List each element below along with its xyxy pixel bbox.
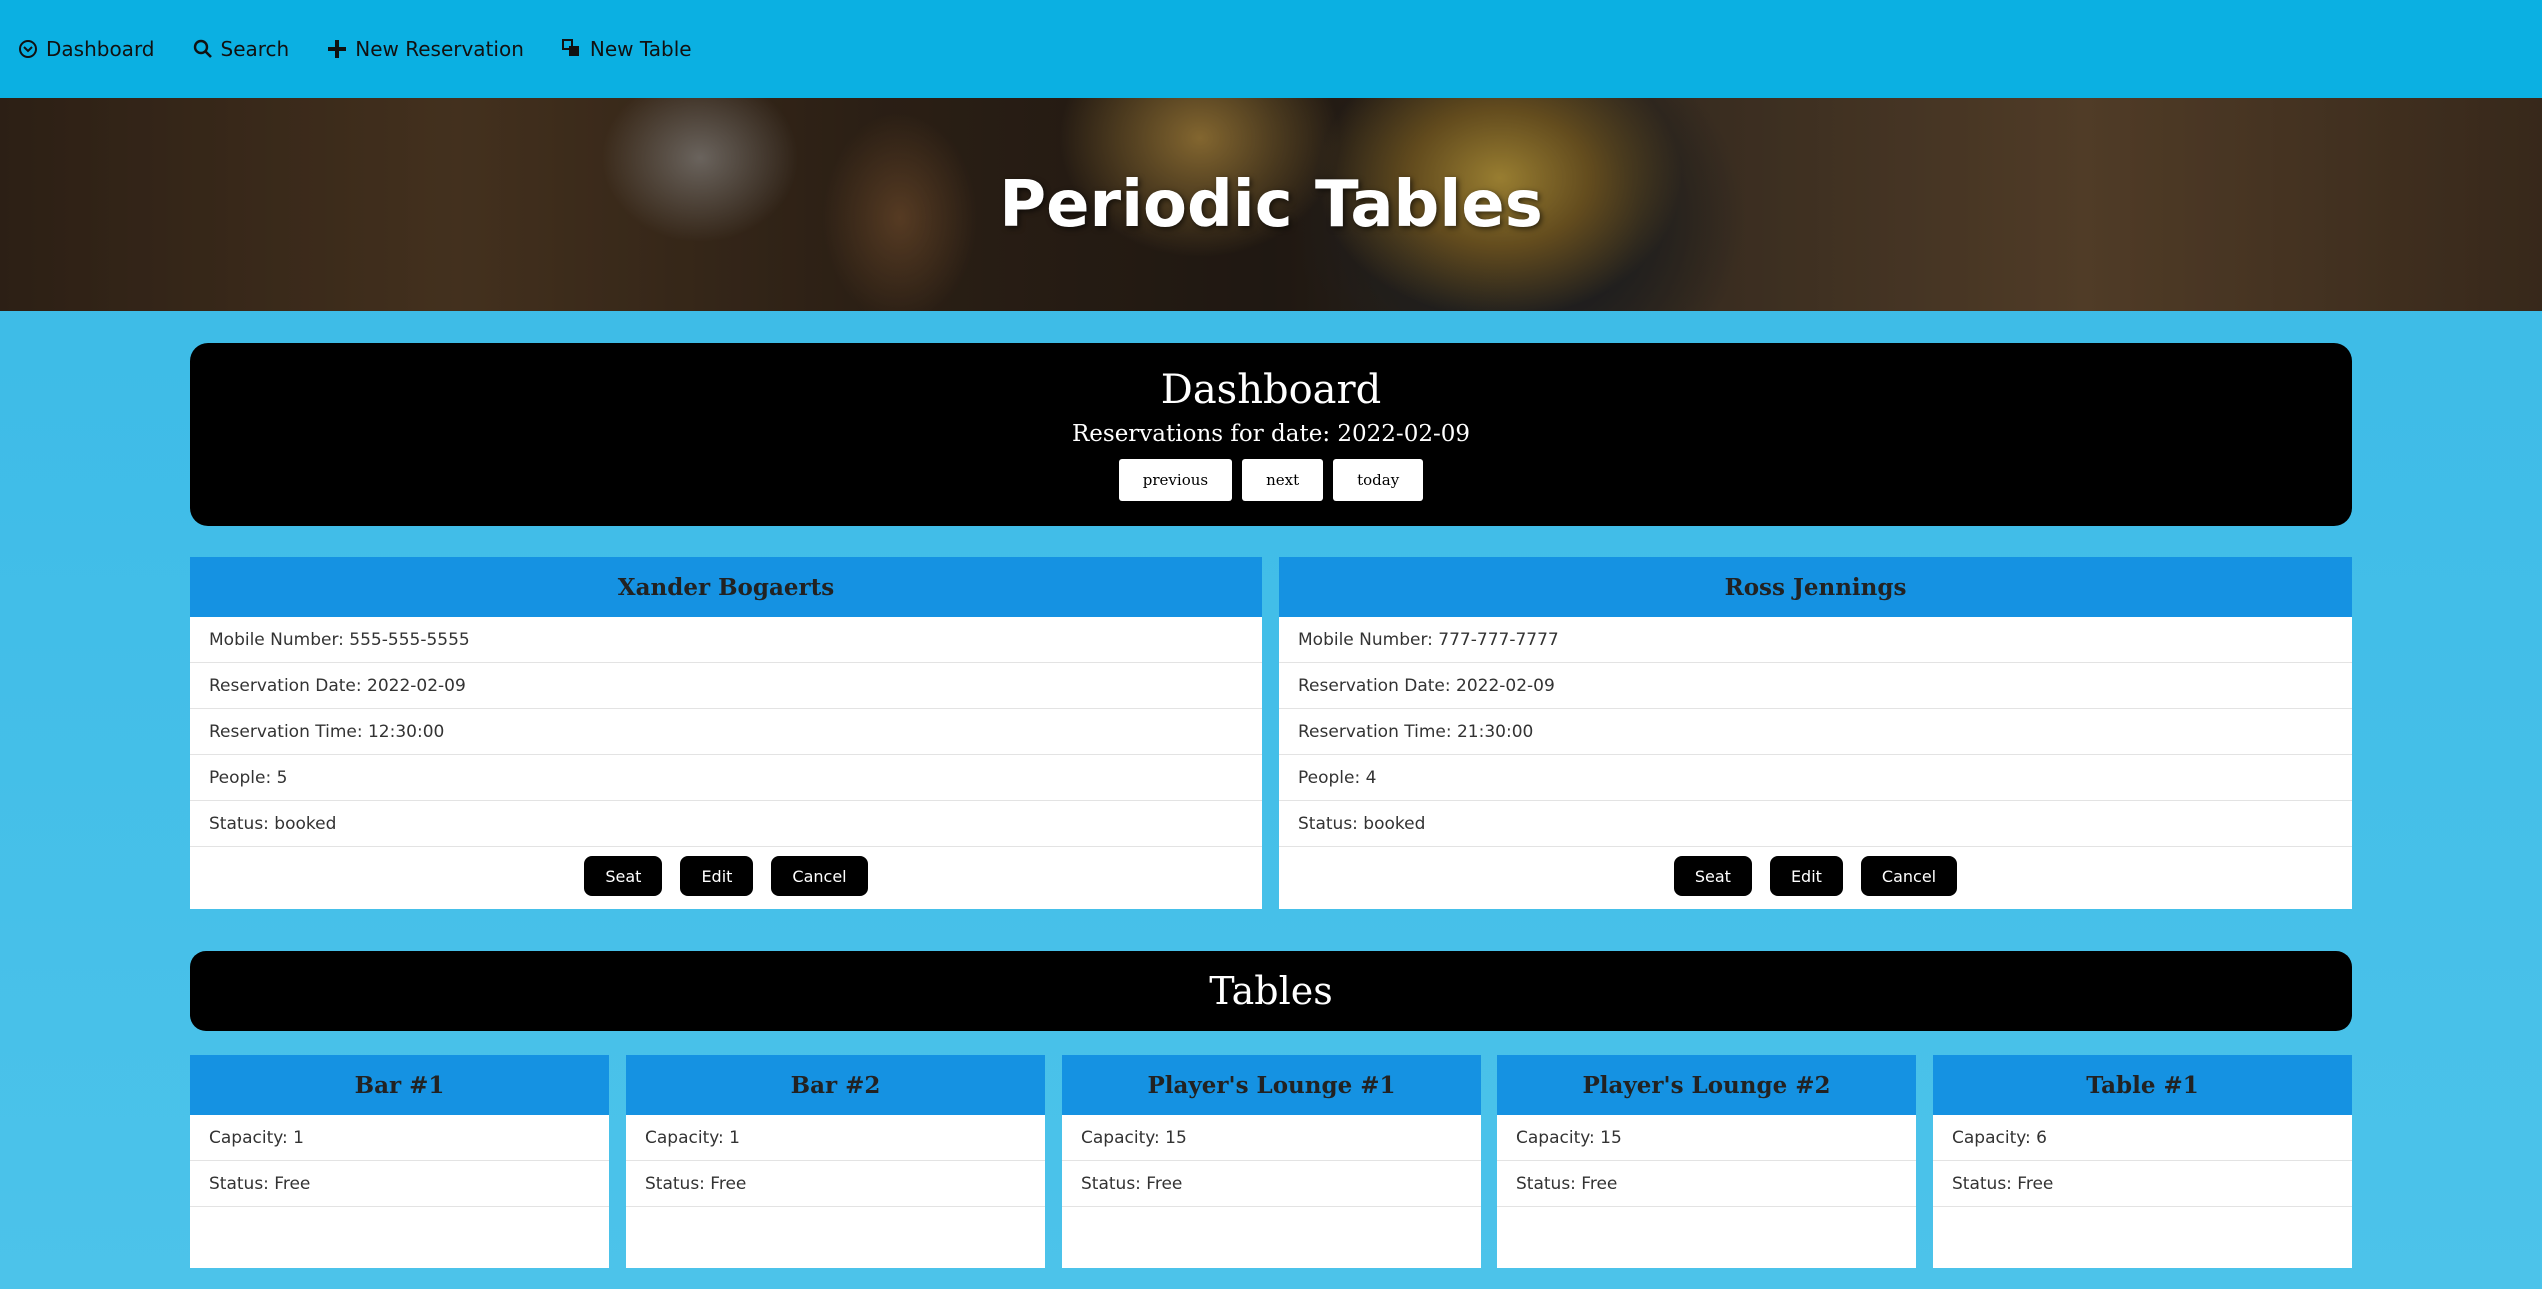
- reservation-status: Status: booked: [1279, 801, 2352, 847]
- table-name: Bar #1: [190, 1055, 609, 1115]
- table-capacity: Capacity: 6: [1933, 1115, 2352, 1161]
- table-name: Player's Lounge #1: [1062, 1055, 1481, 1115]
- nav-new-reservation-label: New Reservation: [355, 37, 524, 61]
- reservation-people: People: 4: [1279, 755, 2352, 801]
- table-card: Player's Lounge #1 Capacity: 15 Status: …: [1062, 1055, 1481, 1268]
- previous-button[interactable]: previous: [1118, 459, 1233, 501]
- reservation-mobile: Mobile Number: 555-555-5555: [190, 617, 1262, 663]
- nav-dashboard[interactable]: Dashboard: [18, 37, 155, 61]
- table-capacity: Capacity: 15: [1062, 1115, 1481, 1161]
- page-title: Dashboard: [1160, 367, 1382, 413]
- nav-new-reservation[interactable]: New Reservation: [327, 37, 524, 61]
- table-name: Player's Lounge #2: [1497, 1055, 1916, 1115]
- reservation-actions: Seat Edit Cancel: [1279, 847, 2352, 905]
- reservation-card: Xander Bogaerts Mobile Number: 555-555-5…: [190, 557, 1262, 909]
- reservation-date: Reservation Date: 2022-02-09: [190, 663, 1262, 709]
- hero-title: Periodic Tables: [999, 167, 1543, 242]
- tables-title: Tables: [1209, 969, 1333, 1013]
- reservation-name: Xander Bogaerts: [190, 557, 1262, 617]
- table-status: Status: Free: [1497, 1161, 1916, 1207]
- table-name: Table #1: [1933, 1055, 2352, 1115]
- reservation-time: Reservation Time: 21:30:00: [1279, 709, 2352, 755]
- reservation-time: Reservation Time: 12:30:00: [190, 709, 1262, 755]
- table-status: Status: Free: [1933, 1161, 2352, 1207]
- nav-new-table[interactable]: New Table: [561, 37, 692, 61]
- reservation-mobile: Mobile Number: 777-777-7777: [1279, 617, 2352, 663]
- table-card: Table #1 Capacity: 6 Status: Free: [1933, 1055, 2352, 1268]
- seat-button[interactable]: Seat: [584, 856, 663, 896]
- table-card: Bar #1 Capacity: 1 Status: Free: [190, 1055, 609, 1268]
- dashboard-icon: [19, 40, 37, 58]
- table-status: Status: Free: [190, 1161, 609, 1207]
- nav-search-label: Search: [220, 37, 290, 61]
- table-capacity: Capacity: 1: [626, 1115, 1045, 1161]
- reservation-date-label: Reservations for date: 2022-02-09: [1071, 421, 1471, 447]
- nav-search[interactable]: Search: [193, 37, 290, 61]
- table-capacity: Capacity: 15: [1497, 1115, 1916, 1161]
- edit-button[interactable]: Edit: [680, 856, 754, 896]
- cancel-button[interactable]: Cancel: [771, 856, 868, 896]
- table-capacity: Capacity: 1: [190, 1115, 609, 1161]
- today-button[interactable]: today: [1333, 459, 1424, 501]
- reservation-date: Reservation Date: 2022-02-09: [1279, 663, 2352, 709]
- nav-dashboard-label: Dashboard: [46, 37, 155, 61]
- date-navigation: previous next today: [1118, 459, 1424, 501]
- new-table-icon: [561, 39, 579, 56]
- dashboard-header: Dashboard Reservations for date: 2022-02…: [190, 343, 2352, 526]
- seat-button[interactable]: Seat: [1673, 856, 1752, 896]
- edit-button[interactable]: Edit: [1769, 856, 1843, 896]
- table-card: Player's Lounge #2 Capacity: 15 Status: …: [1497, 1055, 1916, 1268]
- search-icon: [193, 39, 212, 58]
- reservation-card: Ross Jennings Mobile Number: 777-777-777…: [1279, 557, 2352, 909]
- tables-header: Tables: [190, 951, 2352, 1031]
- reservation-status: Status: booked: [190, 801, 1262, 847]
- nav-new-table-label: New Table: [589, 37, 692, 61]
- reservation-name: Ross Jennings: [1279, 557, 2352, 617]
- table-name: Bar #2: [626, 1055, 1045, 1115]
- table-status: Status: Free: [1062, 1161, 1481, 1207]
- table-card: Bar #2 Capacity: 1 Status: Free: [626, 1055, 1045, 1268]
- reservation-actions: Seat Edit Cancel: [190, 847, 1262, 905]
- hero-banner: Periodic Tables: [0, 98, 2542, 311]
- next-button[interactable]: next: [1242, 459, 1324, 501]
- plus-icon: [328, 40, 347, 58]
- table-status: Status: Free: [626, 1161, 1045, 1207]
- reservation-people: People: 5: [190, 755, 1262, 801]
- cancel-button[interactable]: Cancel: [1860, 856, 1958, 896]
- top-navbar: Dashboard Search New Reservation New Tab…: [0, 0, 2542, 98]
